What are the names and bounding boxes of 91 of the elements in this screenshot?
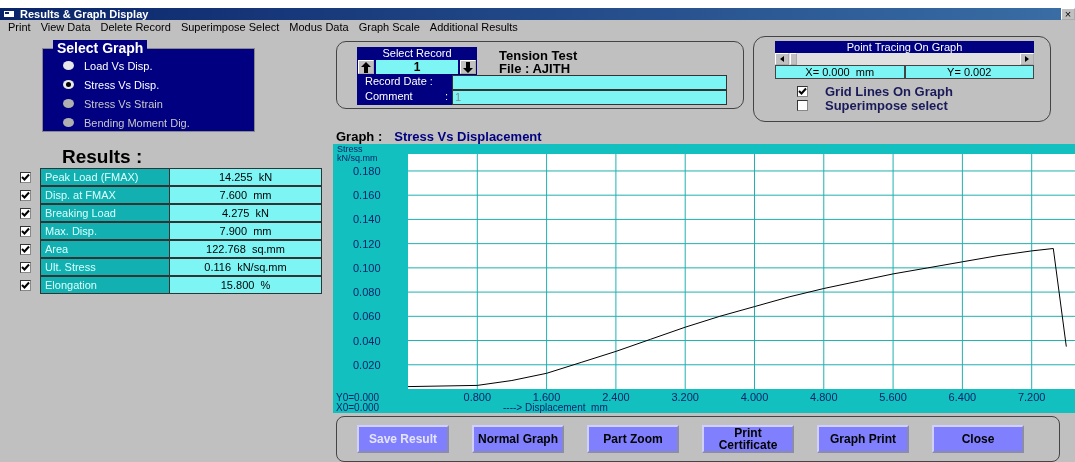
- window-icon: [4, 10, 14, 19]
- tick-label: 4.000: [740, 391, 769, 403]
- menu-item[interactable]: View Data: [40, 21, 91, 36]
- tracing-title: Point Tracing On Graph: [775, 41, 1034, 53]
- menu-item[interactable]: Graph Scale: [358, 21, 420, 36]
- tick-label: 0.020: [353, 358, 381, 371]
- panel-title: Select Graph: [53, 40, 148, 56]
- tick-label: 1.600: [532, 391, 561, 403]
- action-button[interactable]: Part Zoom: [587, 425, 679, 453]
- action-button[interactable]: Normal Graph: [472, 425, 564, 453]
- radio-label: Stress Vs Strain: [84, 97, 163, 110]
- result-label: Elongation: [40, 276, 170, 294]
- result-value: 4.275 kN: [170, 204, 322, 222]
- x-reading: X= 0.000 mm: [775, 65, 905, 79]
- radio-button[interactable]: [63, 80, 74, 89]
- tick-label: 6.400: [948, 391, 977, 403]
- result-label: Max. Disp.: [40, 222, 170, 240]
- result-value: 7.600 mm: [170, 186, 322, 204]
- tick-label: 7.200: [1017, 391, 1046, 403]
- tick-label: 0.100: [353, 261, 381, 274]
- menu-item[interactable]: Print: [8, 21, 31, 36]
- previous-record-button[interactable]: [358, 60, 374, 74]
- axis-title: kN/sq.mm: [337, 153, 378, 163]
- field-label: Record Date :: [365, 75, 433, 89]
- result-value: 15.800 %: [170, 276, 322, 294]
- axis-title: Stress: [337, 144, 363, 154]
- result-label: Breaking Load: [40, 204, 170, 222]
- origin-label: Y0=0.000: [336, 392, 380, 403]
- down-arrow-icon: [463, 61, 473, 73]
- field-separator: :: [444, 90, 448, 104]
- next-record-button[interactable]: [460, 60, 476, 74]
- result-label: Peak Load (FMAX): [40, 168, 170, 186]
- scroll-thumb[interactable]: [790, 53, 797, 65]
- tick-label: 3.200: [671, 391, 699, 403]
- tick-label: 2.400: [602, 391, 630, 403]
- tick-label: 0.160: [353, 189, 381, 202]
- point-scrollbar[interactable]: [775, 53, 1034, 65]
- checkbox[interactable]: [797, 99, 808, 111]
- tick-label: 5.600: [879, 391, 907, 403]
- right-arrow-icon: [1025, 56, 1029, 62]
- origin-label: X0=0.000: [336, 402, 380, 413]
- checkbox[interactable]: [20, 243, 31, 255]
- test-name: Tension Test: [499, 49, 578, 62]
- graph-title: Stress Vs Displacement: [394, 130, 542, 144]
- action-button[interactable]: Print Certificate: [702, 425, 794, 453]
- action-button[interactable]: Close: [932, 425, 1024, 453]
- checkbox[interactable]: [20, 171, 31, 183]
- tick-label: 0.180: [353, 164, 381, 177]
- graph-label: Graph :: [336, 130, 383, 144]
- record-date-field[interactable]: [452, 75, 727, 90]
- menu-item[interactable]: Modus Data: [289, 21, 349, 36]
- window-title: Results & Graph Display: [20, 8, 150, 21]
- y-reading: Y= 0.002: [904, 65, 1034, 79]
- checkbox[interactable]: [20, 261, 31, 273]
- results-heading: Results :: [62, 146, 144, 168]
- result-label: Ult. Stress: [40, 258, 170, 276]
- record-number[interactable]: 1: [376, 60, 458, 74]
- result-value: 0.116 kN/sq.mm: [170, 258, 322, 276]
- checkbox[interactable]: [20, 207, 31, 219]
- radio-label: Bending Moment Dig.: [84, 116, 190, 129]
- checkbox[interactable]: [20, 189, 31, 201]
- checkbox-label: Grid Lines On Graph: [825, 83, 953, 99]
- file-name: File : AJITH: [499, 62, 572, 75]
- tick-label: 4.800: [810, 391, 838, 403]
- field-label: Comment: [365, 90, 413, 104]
- record-label: Select Record: [381, 47, 453, 59]
- result-value: 7.900 mm: [170, 222, 322, 240]
- tick-label: 0.040: [353, 334, 381, 347]
- radio-label: Stress Vs Disp.: [84, 78, 160, 91]
- action-button[interactable]: Graph Print: [817, 425, 909, 453]
- menu-item[interactable]: Superimpose Select: [180, 21, 280, 36]
- tick-label: 0.140: [353, 213, 381, 226]
- menu-item[interactable]: Additional Results: [429, 21, 518, 36]
- result-value: 122.768 sq.mm: [170, 240, 322, 258]
- result-value: 14.255 kN: [170, 168, 322, 186]
- result-label: Area: [40, 240, 170, 258]
- radio-button[interactable]: [63, 61, 74, 70]
- tick-label: 0.120: [353, 237, 381, 250]
- tick-label: 0.060: [353, 310, 381, 323]
- checkbox[interactable]: [20, 279, 31, 291]
- checkbox[interactable]: [20, 225, 31, 237]
- tick-label: 0.080: [353, 286, 381, 299]
- close-button[interactable]: ×: [1061, 8, 1075, 21]
- tick-label: 0.800: [463, 391, 492, 403]
- up-arrow-icon: [361, 61, 371, 73]
- checkbox[interactable]: [797, 85, 808, 97]
- left-arrow-icon: [780, 56, 784, 62]
- radio-label: Load Vs Disp.: [84, 59, 153, 72]
- axis-title: ----> Displacement mm: [503, 402, 608, 413]
- menu-item[interactable]: Delete Record: [100, 21, 171, 36]
- result-label: Disp. at FMAX: [40, 186, 170, 204]
